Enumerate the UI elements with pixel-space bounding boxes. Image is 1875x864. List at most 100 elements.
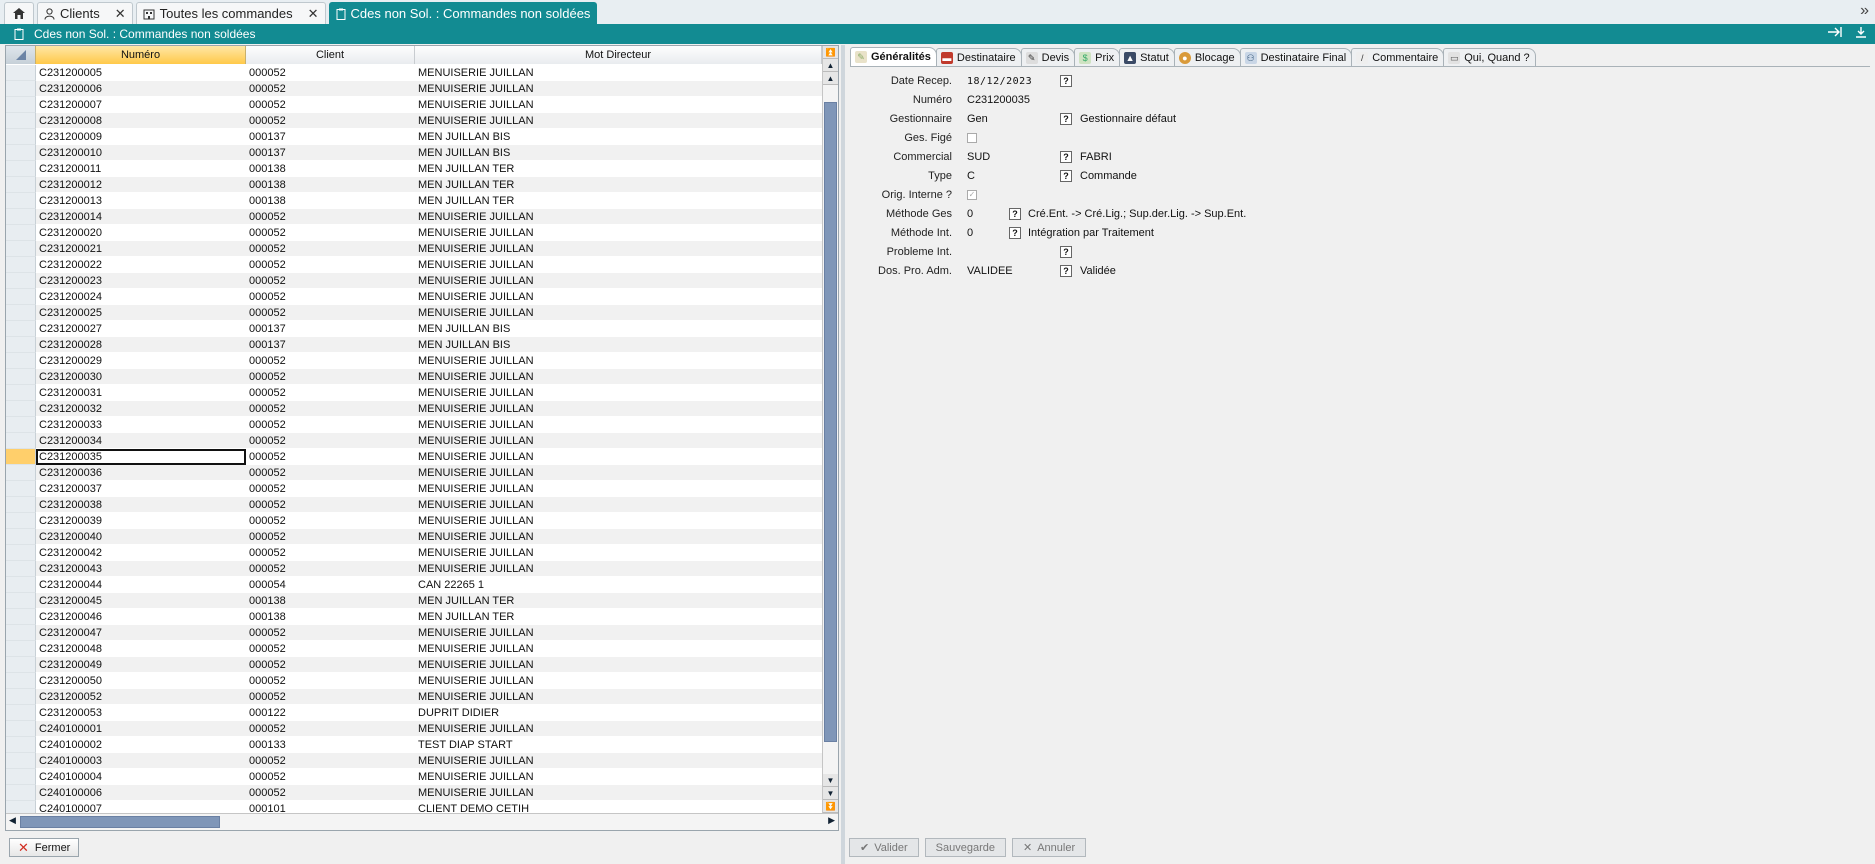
panel-splitter[interactable] [841,45,845,864]
fermer-button[interactable]: ✕ Fermer [9,838,80,857]
cell-numero[interactable]: C231200005 [36,65,246,81]
ges-fige-checkbox[interactable] [967,133,977,143]
cell-client[interactable]: 000052 [246,465,415,481]
row-indicator[interactable] [6,81,36,97]
cell-client[interactable]: 000137 [246,129,415,145]
cell-mot-directeur[interactable]: MENUISERIE JUILLAN [415,689,822,705]
cell-numero[interactable]: C231200038 [36,497,246,513]
cell-client[interactable]: 000052 [246,785,415,801]
cell-mot-directeur[interactable]: MENUISERIE JUILLAN [415,97,822,113]
methode-ges-value[interactable]: 0 [967,208,973,220]
scroll-bottom-icon[interactable]: ⏬ [823,800,838,813]
row-indicator[interactable] [6,577,36,593]
gestionnaire-help-button[interactable]: ? [1060,113,1072,125]
cell-mot-directeur[interactable]: DUPRIT DIDIER [415,705,822,721]
methode-ges-help-button[interactable]: ? [1009,208,1021,220]
cell-client[interactable]: 000052 [246,81,415,97]
cell-mot-directeur[interactable]: TEST DIAP START [415,737,822,753]
type-help-button[interactable]: ? [1060,170,1072,182]
table-row[interactable]: C231200023 000052 MENUISERIE JUILLAN [6,273,822,289]
row-indicator[interactable] [6,417,36,433]
cell-mot-directeur[interactable]: MENUISERIE JUILLAN [415,209,822,225]
table-row[interactable]: C231200040 000052 MENUISERIE JUILLAN [6,529,822,545]
scroll-page-down-icon[interactable]: ▼ [823,787,838,800]
cell-numero[interactable]: C231200040 [36,529,246,545]
cell-client[interactable]: 000052 [246,721,415,737]
cell-numero[interactable]: C231200030 [36,369,246,385]
cell-mot-directeur[interactable]: MENUISERIE JUILLAN [415,353,822,369]
cell-client[interactable]: 000137 [246,321,415,337]
table-row[interactable]: C231200014 000052 MENUISERIE JUILLAN [6,209,822,225]
table-row[interactable]: C231200038 000052 MENUISERIE JUILLAN [6,497,822,513]
cell-numero[interactable]: C231200009 [36,129,246,145]
cell-numero[interactable]: C231200043 [36,561,246,577]
cell-mot-directeur[interactable]: MENUISERIE JUILLAN [415,273,822,289]
cell-numero[interactable]: C231200014 [36,209,246,225]
cell-numero[interactable]: C231200029 [36,353,246,369]
cell-client[interactable]: 000138 [246,161,415,177]
table-row[interactable]: C231200044 000054 CAN 22265 1 [6,577,822,593]
cell-client[interactable]: 000133 [246,737,415,753]
cell-numero[interactable]: C231200042 [36,545,246,561]
sauvegarde-button[interactable]: Sauvegarde [924,838,1006,857]
cell-client[interactable]: 000138 [246,177,415,193]
cell-client[interactable]: 000052 [246,209,415,225]
vertical-scrollbar[interactable]: ⏫ ▲ ▲ ▼ ▼ ⏬ [822,46,838,813]
row-indicator[interactable] [6,513,36,529]
cell-mot-directeur[interactable]: MENUISERIE JUILLAN [415,113,822,129]
table-row[interactable]: C240100007 000101 CLIENT DEMO CETIH [6,801,822,813]
cell-client[interactable]: 000052 [246,225,415,241]
cell-numero[interactable]: C240100001 [36,721,246,737]
download-icon[interactable] [1855,26,1867,38]
column-header-numero[interactable]: Numéro [36,46,246,64]
table-row[interactable]: C231200012 000138 MEN JUILLAN TER [6,177,822,193]
gestionnaire-value[interactable]: Gen [967,113,988,125]
table-row[interactable]: C231200053 000122 DUPRIT DIDIER [6,705,822,721]
cell-numero[interactable]: C231200039 [36,513,246,529]
table-row[interactable]: C231200005 000052 MENUISERIE JUILLAN [6,65,822,81]
table-row[interactable]: C231200021 000052 MENUISERIE JUILLAN [6,241,822,257]
row-indicator[interactable] [6,113,36,129]
table-row[interactable]: C231200007 000052 MENUISERIE JUILLAN [6,97,822,113]
row-indicator[interactable] [6,529,36,545]
cell-mot-directeur[interactable]: MENUISERIE JUILLAN [415,433,822,449]
cell-client[interactable]: 000052 [246,353,415,369]
row-indicator[interactable] [6,97,36,113]
cell-numero[interactable]: C231200010 [36,145,246,161]
table-row[interactable]: C231200024 000052 MENUISERIE JUILLAN [6,289,822,305]
cell-client[interactable]: 000052 [246,625,415,641]
cell-client[interactable]: 000052 [246,545,415,561]
row-indicator[interactable] [6,193,36,209]
cell-numero[interactable]: C231200012 [36,177,246,193]
table-row[interactable]: C231200043 000052 MENUISERIE JUILLAN [6,561,822,577]
tab-generalites[interactable]: ✎ Généralités [850,47,937,66]
cell-numero[interactable]: C231200046 [36,609,246,625]
table-row[interactable]: C231200050 000052 MENUISERIE JUILLAN [6,673,822,689]
cell-client[interactable]: 000101 [246,801,415,813]
cell-client[interactable]: 000052 [246,241,415,257]
row-indicator[interactable] [6,369,36,385]
cell-numero[interactable]: C231200027 [36,321,246,337]
cell-numero[interactable]: C231200024 [36,289,246,305]
row-indicator[interactable] [6,753,36,769]
table-row[interactable]: C231200031 000052 MENUISERIE JUILLAN [6,385,822,401]
row-indicator[interactable] [6,545,36,561]
row-indicator[interactable] [6,593,36,609]
cell-client[interactable]: 000052 [246,257,415,273]
table-row[interactable]: C231200010 000137 MEN JUILLAN BIS [6,145,822,161]
cell-client[interactable]: 000052 [246,417,415,433]
dos-pro-adm-help-button[interactable]: ? [1060,265,1072,277]
cell-numero[interactable]: C231200031 [36,385,246,401]
cell-numero[interactable]: C231200032 [36,401,246,417]
cell-numero[interactable]: C231200020 [36,225,246,241]
cell-client[interactable]: 000122 [246,705,415,721]
row-indicator[interactable] [6,209,36,225]
row-indicator[interactable] [6,241,36,257]
cell-mot-directeur[interactable]: MENUISERIE JUILLAN [415,721,822,737]
row-indicator[interactable] [6,273,36,289]
row-indicator[interactable] [6,465,36,481]
row-indicator[interactable] [6,625,36,641]
close-icon[interactable]: ✕ [115,6,126,22]
row-indicator[interactable] [6,497,36,513]
table-row[interactable]: C231200006 000052 MENUISERIE JUILLAN [6,81,822,97]
